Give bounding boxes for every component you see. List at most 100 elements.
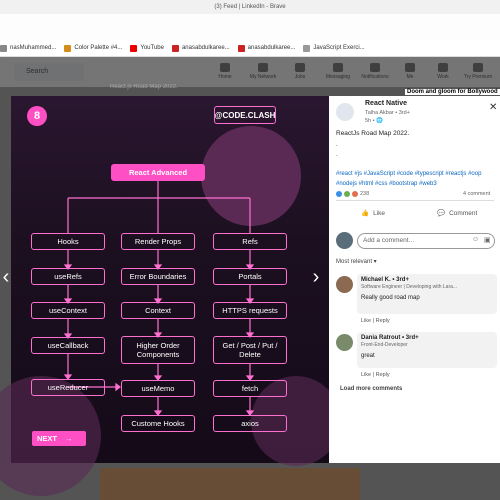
premium-icon bbox=[473, 63, 483, 72]
bookmark-4[interactable]: anasabdulkaree... bbox=[171, 44, 230, 52]
node-react-advanced: React Advanced bbox=[111, 164, 205, 181]
search-input[interactable]: Search bbox=[14, 63, 84, 81]
nav-premium[interactable]: Try Premium bbox=[458, 63, 498, 80]
comment-label: Comment bbox=[449, 209, 478, 217]
nav-label: Messaging bbox=[325, 74, 351, 80]
bookmark-favicon-icon bbox=[0, 44, 7, 52]
bookmark-3[interactable]: YouTube bbox=[130, 44, 164, 52]
like-button[interactable]: 👍 Like bbox=[361, 209, 385, 218]
reaction-summary[interactable]: 238 bbox=[336, 191, 369, 197]
linkedin-navbar: Search Home My Network Jobs Messaging No… bbox=[0, 57, 500, 87]
bookmark-label: anasabdulkaree... bbox=[181, 45, 230, 51]
bookmark-label: nasMuhammed... bbox=[10, 45, 57, 51]
bookmark-6[interactable]: JavaScript Exerci... bbox=[303, 44, 365, 52]
node-userefs: useRefs bbox=[31, 268, 105, 285]
avatar bbox=[405, 63, 415, 72]
node-context: Context bbox=[121, 302, 195, 319]
avatar[interactable] bbox=[336, 232, 353, 249]
bookmark-1[interactable]: nasMuhammed... bbox=[0, 44, 57, 52]
emoji-icon[interactable]: ☺ bbox=[472, 236, 479, 243]
node-axios: axios bbox=[213, 415, 287, 432]
nav-notifications[interactable]: Notifications bbox=[355, 63, 395, 80]
palette-icon bbox=[64, 44, 72, 52]
post-viewer-modal: 8 @CODE.CLASH React Advanced Hooks useRe… bbox=[0, 96, 500, 496]
node-usememo: useMemo bbox=[121, 380, 195, 397]
nav-home[interactable]: Home bbox=[205, 63, 245, 80]
post-body: ReactJs Road Map 2022. bbox=[336, 130, 410, 137]
nav-label: My Network bbox=[249, 74, 277, 80]
nav-my-network[interactable]: My Network bbox=[243, 63, 283, 80]
next-text: NEXT bbox=[37, 434, 58, 443]
like-reaction-icon bbox=[336, 191, 342, 197]
comment-actions: Like | Reply bbox=[361, 372, 390, 378]
messaging-icon bbox=[333, 63, 343, 72]
bookmark-favicon-icon bbox=[303, 44, 311, 52]
bookmark-2[interactable]: Color Palette #4... bbox=[64, 44, 122, 52]
image-icon[interactable]: ▣ bbox=[484, 236, 491, 244]
nav-work[interactable]: Work bbox=[423, 63, 463, 80]
thumbs-up-icon: 👍 bbox=[361, 210, 370, 217]
node-render-props: Render Props bbox=[121, 233, 195, 250]
comment-like-button[interactable]: Like bbox=[361, 372, 371, 378]
comment-author[interactable]: Michael K. • 3rd+ bbox=[361, 277, 493, 283]
node-fetch: fetch bbox=[213, 380, 287, 397]
avatar[interactable] bbox=[336, 276, 353, 293]
node-usereducer: useReducer bbox=[31, 379, 105, 396]
bell-icon bbox=[370, 63, 380, 72]
previous-image-button[interactable]: ‹ bbox=[0, 266, 13, 289]
next-slide-label: NEXT → bbox=[32, 431, 86, 446]
network-icon bbox=[258, 63, 268, 72]
comment-icon: 💬 bbox=[437, 210, 446, 217]
arrow-right-icon: → bbox=[65, 434, 73, 443]
bookmark-5[interactable]: anasabdulkaree... bbox=[237, 44, 296, 52]
post-time: 5h • 🌐 bbox=[365, 118, 383, 124]
comment-text: great bbox=[361, 353, 375, 359]
avatar[interactable] bbox=[336, 334, 353, 351]
comment-text: Really good road map bbox=[361, 295, 420, 301]
author-handle-tag: @CODE.CLASH bbox=[214, 106, 276, 124]
comment-like-button[interactable]: Like bbox=[361, 318, 371, 324]
comment-actions: Like | Reply bbox=[361, 318, 390, 324]
youtube-icon bbox=[130, 44, 138, 52]
jobs-icon bbox=[295, 63, 305, 72]
divider bbox=[336, 200, 494, 201]
comment-headline: Front-End-Developer bbox=[361, 342, 408, 348]
grid-icon bbox=[438, 63, 448, 72]
celebrate-reaction-icon bbox=[344, 191, 350, 197]
bookmark-label: anasabdulkaree... bbox=[247, 45, 296, 51]
nav-label: Jobs bbox=[294, 74, 306, 80]
sort-dropdown[interactable]: Most relevant ▾ bbox=[336, 258, 377, 265]
nav-messaging[interactable]: Messaging bbox=[318, 63, 358, 80]
post-hashtags[interactable]: #react #js #JavaScript #code #typescript… bbox=[336, 169, 496, 189]
comments-count[interactable]: 4 comment bbox=[463, 191, 490, 197]
node-usecontext: useContext bbox=[31, 302, 105, 319]
reactions-count: 238 bbox=[360, 191, 370, 197]
node-https-requests: HTTPS requests bbox=[213, 302, 287, 319]
node-hooks: Hooks bbox=[31, 233, 105, 250]
post-dot: . bbox=[336, 142, 338, 148]
next-image-button[interactable]: › bbox=[309, 266, 323, 289]
company-logo[interactable] bbox=[336, 103, 354, 121]
feed-news-snippet[interactable]: Doom and gloom for Bollywood bbox=[405, 89, 500, 95]
bookmark-label: YouTube bbox=[140, 45, 164, 51]
node-higher-order-components: Higher Order Components bbox=[121, 336, 195, 364]
nav-jobs[interactable]: Jobs bbox=[280, 63, 320, 80]
comment-reply-button[interactable]: Reply bbox=[376, 372, 390, 378]
nav-label: Work bbox=[437, 74, 449, 80]
comment-author[interactable]: Dania Ratrout • 3rd+ bbox=[361, 335, 493, 341]
comment-reply-button[interactable]: Reply bbox=[376, 318, 390, 324]
bookmarks-bar: nasMuhammed... Color Palette #4... YouTu… bbox=[0, 40, 500, 57]
comment-button[interactable]: 💬 Comment bbox=[437, 209, 478, 218]
load-more-comments-button[interactable]: Load more comments bbox=[340, 386, 402, 392]
close-icon[interactable]: ✕ bbox=[489, 102, 497, 113]
node-get-post-put-delete: Get / Post / Put / Delete bbox=[213, 336, 287, 364]
post-subauthor[interactable]: Talha Akbar • 3rd+ bbox=[365, 110, 410, 116]
post-author[interactable]: React Native bbox=[365, 100, 407, 107]
nav-label: Notifications bbox=[361, 74, 389, 80]
gmail-icon bbox=[171, 44, 179, 52]
comment-item: Michael K. • 3rd+ Software Engineer | De… bbox=[357, 274, 497, 314]
post-dot: . bbox=[336, 152, 338, 158]
gmail-icon bbox=[237, 44, 245, 52]
node-portals: Portals bbox=[213, 268, 287, 285]
comment-item: Dania Ratrout • 3rd+ Front-End-Developer… bbox=[357, 332, 497, 368]
